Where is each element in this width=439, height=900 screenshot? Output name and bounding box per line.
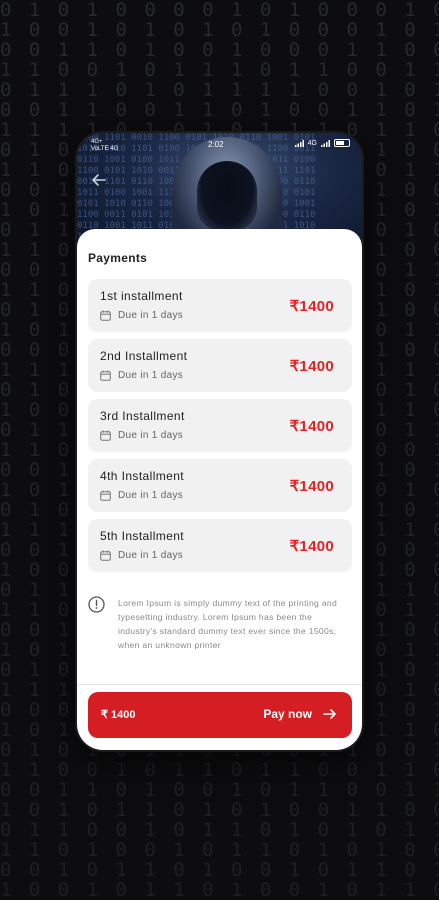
phone-frame: 0100 1101 0010 1100 0101 1010 0110 1001 … [77, 133, 362, 750]
installment-title: 4th Installment [100, 469, 185, 483]
installment-due-text: Due in 1 days [118, 430, 184, 441]
status-network-type: 4G [307, 139, 317, 147]
installment-due-text: Due in 1 days [118, 490, 184, 501]
installment-due: Due in 1 days [100, 310, 183, 321]
calendar-icon [100, 550, 111, 561]
signal-icon [294, 139, 304, 147]
info-icon [88, 596, 105, 613]
payments-sheet: Payments 1st installment Due in 1 days ₹… [77, 229, 362, 750]
installment-amount: ₹1400 [289, 358, 334, 375]
status-network: 4G+ VoLTE 4G [91, 139, 118, 153]
calendar-icon [100, 310, 111, 321]
installment-card[interactable]: 3rd Installment Due in 1 days ₹1400 [88, 399, 352, 452]
arrow-right-icon [323, 709, 336, 719]
calendar-icon [100, 490, 111, 501]
pay-total-amount: ₹ 1400 [101, 709, 136, 721]
installment-list: 1st installment Due in 1 days ₹1400 2nd … [88, 279, 352, 579]
installment-title: 3rd Installment [100, 409, 185, 423]
installment-due-text: Due in 1 days [118, 550, 184, 561]
hooded-figure-face [197, 161, 257, 231]
installment-amount: ₹1400 [289, 418, 334, 435]
installment-card[interactable]: 4th Installment Due in 1 days ₹1400 [88, 459, 352, 512]
pay-now-label: Pay now [263, 707, 312, 721]
installment-due-text: Due in 1 days [118, 310, 184, 321]
installment-due-text: Due in 1 days [118, 370, 184, 381]
section-title: Payments [88, 251, 148, 265]
status-bar: 4G+ VoLTE 4G 2:02 4G [77, 133, 362, 157]
calendar-icon [100, 370, 111, 381]
installment-due: Due in 1 days [100, 430, 183, 441]
status-time: 2:02 [208, 140, 224, 149]
info-text: Lorem Ipsum is simply dummy text of the … [118, 598, 338, 650]
back-arrow-icon[interactable] [90, 171, 108, 189]
status-network-bottom: VoLTE 4G [91, 146, 119, 152]
divider [77, 684, 362, 685]
installment-card[interactable]: 5th Installment Due in 1 days ₹1400 [88, 519, 352, 572]
status-indicators: 4G [294, 139, 350, 147]
installment-title: 1st installment [100, 289, 183, 303]
installment-amount: ₹1400 [289, 298, 334, 315]
pay-now-button[interactable]: ₹ 1400 Pay now [88, 692, 352, 738]
installment-card[interactable]: 2nd Installment Due in 1 days ₹1400 [88, 339, 352, 392]
installment-due: Due in 1 days [100, 370, 183, 381]
installment-card[interactable]: 1st installment Due in 1 days ₹1400 [88, 279, 352, 332]
installment-title: 5th Installment [100, 529, 185, 543]
battery-icon [334, 139, 350, 147]
installment-due: Due in 1 days [100, 550, 183, 561]
status-network-top: 4G+ [91, 139, 103, 145]
installment-amount: ₹1400 [289, 478, 334, 495]
installment-title: 2nd Installment [100, 349, 188, 363]
installment-due: Due in 1 days [100, 490, 183, 501]
installment-amount: ₹1400 [289, 538, 334, 555]
calendar-icon [100, 430, 111, 441]
signal-icon-2 [321, 139, 330, 147]
